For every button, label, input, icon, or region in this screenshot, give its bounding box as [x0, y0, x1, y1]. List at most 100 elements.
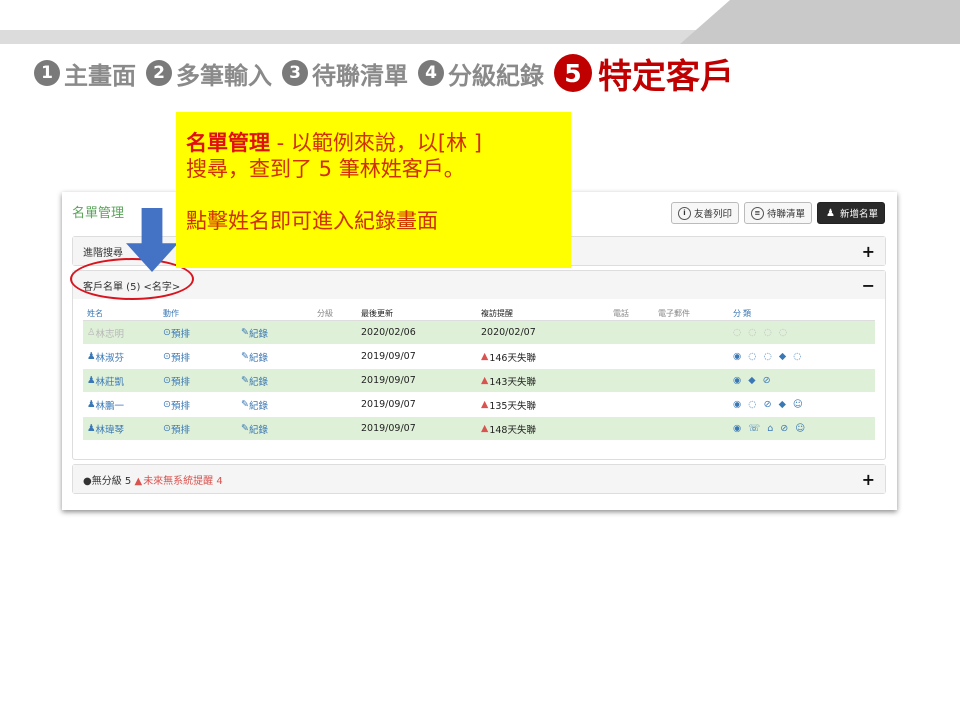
step-number-icon: 2: [146, 60, 172, 86]
col-action: 動作: [163, 309, 179, 318]
info-icon: i: [677, 206, 691, 220]
user-icon: ♟: [826, 207, 835, 219]
step-label: 待聯清單: [312, 61, 408, 90]
schedule-link[interactable]: ⊙ 預排: [159, 398, 237, 412]
edit-icon: ✎: [241, 399, 249, 410]
step-label: 特定客戶: [598, 56, 734, 97]
updated-cell: 2019/09/07: [361, 399, 416, 410]
warning-icon: ▲: [481, 375, 489, 386]
updated-cell: 2019/09/07: [361, 423, 416, 434]
reminder-cell: ▲ 135天失聯: [481, 399, 536, 412]
step-label: 多筆輸入: [176, 61, 272, 90]
user-icon: ♟: [87, 399, 96, 410]
updated-cell: 2019/09/07: [361, 351, 416, 362]
step-number-icon: 4: [418, 60, 444, 86]
col-record: [237, 307, 313, 320]
col-updated: 最後更新: [361, 309, 393, 318]
table-row: ♟ 林淑芬 ⊙ 預排 ✎ 紀錄 2019/09/07 ▲ 146天失聯 ◉ ◌ ◌ ◆ …: [83, 345, 875, 369]
reminder-cell: 2020/02/07: [481, 327, 536, 338]
col-name: 姓名: [87, 309, 103, 318]
customer-name-link[interactable]: ♙ 林志明: [83, 326, 159, 340]
edit-icon: ✎: [241, 351, 249, 362]
clock-icon: ⊙: [163, 399, 171, 410]
step-navigation: 1 主畫面 2 多筆輸入 3 待聯清單 4 分級紀錄 5 特定客戶: [34, 48, 734, 98]
page-title: 名單管理: [72, 206, 125, 221]
table-row: ♟ 林鵬一 ⊙ 預排 ✎ 紀錄 2019/09/07 ▲ 135天失聯 ◉ ◌ ⊘ ◆ …: [83, 393, 875, 417]
user-icon: ♟: [87, 351, 96, 362]
warning-icon: ▲: [481, 399, 489, 410]
expand-icon[interactable]: +: [862, 470, 875, 489]
schedule-link[interactable]: ⊙ 預排: [159, 326, 237, 340]
customer-name-link[interactable]: ♟ 林鵬一: [83, 398, 159, 412]
edit-icon: ✎: [241, 375, 249, 386]
reminder-cell: ▲ 146天失聯: [481, 351, 536, 364]
col-grade: 分級: [317, 309, 333, 318]
collapse-icon[interactable]: −: [862, 276, 875, 295]
edit-icon: ✎: [241, 327, 249, 338]
updated-cell: 2020/02/06: [361, 327, 416, 338]
pending-list-label: 待聯清單: [766, 209, 805, 220]
customer-name-link[interactable]: ♟ 林瑋琴: [83, 422, 159, 436]
step-number-icon: 5: [554, 54, 592, 92]
category-icons: ◉ ◆ ⊘: [733, 375, 773, 386]
schedule-link[interactable]: ⊙ 預排: [159, 422, 237, 436]
step-1: 1 主畫面: [34, 56, 136, 91]
step-2: 2 多筆輸入: [146, 56, 272, 91]
warning-icon: ▲: [481, 423, 489, 434]
table-header: 姓名 動作 分級 最後更新 複訪提醒 電話 電子郵件 分類: [83, 307, 875, 321]
user-icon: ♙: [87, 327, 96, 338]
clock-icon: ⊙: [163, 375, 171, 386]
note-title: 名單管理: [186, 131, 270, 155]
edit-icon: ✎: [241, 423, 249, 434]
category-icons: ◉ ◌ ◌ ◆ ◌: [733, 351, 804, 362]
customer-name-link[interactable]: ♟ 林莊凱: [83, 374, 159, 388]
record-link[interactable]: ✎ 紀錄: [237, 398, 313, 412]
clock-icon: ⊙: [163, 351, 171, 362]
user-icon: ♟: [87, 375, 96, 386]
callout-note: 名單管理 - 以範例來說，以[林 ] 搜尋，查到了 5 筆林姓客戶。 點擊姓名即…: [176, 112, 571, 268]
print-button-label: 友善列印: [693, 209, 732, 220]
col-email: 電子郵件: [658, 309, 690, 318]
step-number-icon: 1: [34, 60, 60, 86]
schedule-link[interactable]: ⊙ 預排: [159, 374, 237, 388]
clock-icon: ⊙: [163, 423, 171, 434]
record-link[interactable]: ✎ 紀錄: [237, 374, 313, 388]
col-category: 分類: [733, 309, 753, 318]
col-reminder: 複訪提醒: [481, 309, 513, 318]
customer-table: 姓名 動作 分級 最後更新 複訪提醒 電話 電子郵件 分類 ♙ 林志明 ⊙ 預排 ✎…: [83, 307, 875, 441]
reminder-cell: ▲ 148天失聯: [481, 423, 536, 436]
step-label: 主畫面: [64, 61, 136, 90]
reminder-cell: ▲ 143天失聯: [481, 375, 536, 388]
category-icons: ◉ ☏ ⌂ ⊘ ☺: [733, 423, 808, 434]
note-line3: 點擊姓名即可進入紀錄畫面: [186, 209, 438, 233]
advanced-search-label: 進階搜尋: [83, 247, 123, 259]
note-line2: 搜尋，查到了 5 筆林姓客戶。: [186, 157, 465, 181]
pending-list-button[interactable]: ≡ 待聯清單: [743, 202, 812, 224]
customer-list-panel: 客戶名單 (5) <名字> − 姓名 動作 分級 最後更新 複訪提醒 電話 電子郵…: [72, 270, 886, 460]
col-phone: 電話: [613, 309, 629, 318]
record-link[interactable]: ✎ 紀錄: [237, 326, 313, 340]
customer-name-link[interactable]: ♟ 林淑芬: [83, 350, 159, 364]
schedule-link[interactable]: ⊙ 預排: [159, 350, 237, 364]
list-icon: ≡: [750, 206, 764, 220]
step-number-icon: 3: [282, 60, 308, 86]
updated-cell: 2019/09/07: [361, 375, 416, 386]
top-decor-wedge: [680, 0, 960, 44]
expand-icon[interactable]: +: [862, 242, 875, 261]
print-button[interactable]: i 友善列印: [670, 202, 739, 224]
category-icons: ◉ ◌ ⊘ ◆ ☺: [733, 399, 805, 410]
dot-icon: ●: [83, 475, 92, 487]
toolbar: i 友善列印 ≡ 待聯清單 ♟ 新增名單: [670, 202, 885, 224]
table-row: ♟ 林莊凱 ⊙ 預排 ✎ 紀錄 2019/09/07 ▲ 143天失聯 ◉ ◆ ⊘: [83, 369, 875, 393]
step-3: 3 待聯清單: [282, 56, 408, 91]
note-line1: - 以範例來說，以[林 ]: [270, 131, 482, 155]
record-link[interactable]: ✎ 紀錄: [237, 422, 313, 436]
category-icons: ◌ ◌ ◌ ◌: [733, 327, 790, 338]
add-contact-button[interactable]: ♟ 新增名單: [816, 202, 885, 224]
unclassified-panel[interactable]: ●無分級 5 ▲未來無系統提醒 4 +: [72, 464, 886, 494]
add-contact-label: 新增名單: [839, 209, 878, 220]
table-row: ♙ 林志明 ⊙ 預排 ✎ 紀錄 2020/02/06 2020/02/07 ◌ ◌ ◌…: [83, 321, 875, 345]
table-row: ♟ 林瑋琴 ⊙ 預排 ✎ 紀錄 2019/09/07 ▲ 148天失聯 ◉ ☏ ⌂ ⊘ …: [83, 417, 875, 441]
record-link[interactable]: ✎ 紀錄: [237, 350, 313, 364]
warning-icon: ▲: [134, 475, 143, 487]
